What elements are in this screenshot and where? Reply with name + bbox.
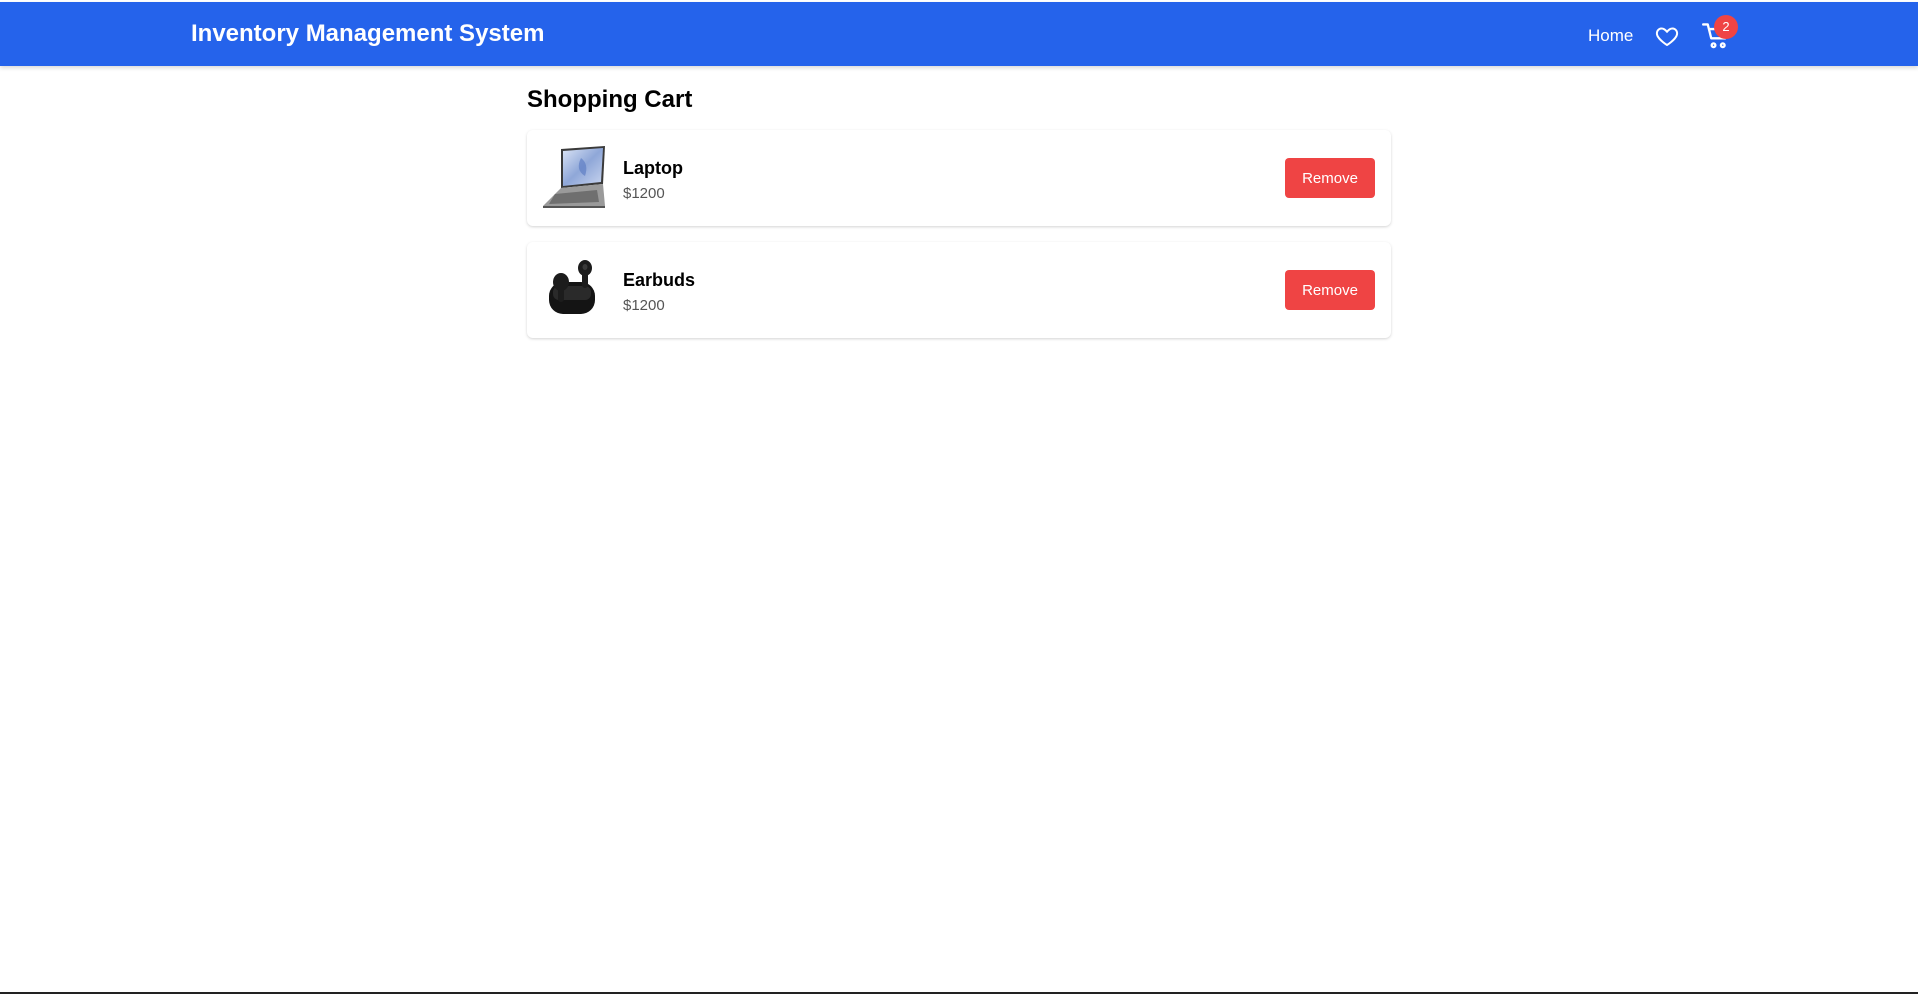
navbar: Inventory Management System Home 2 bbox=[0, 2, 1918, 66]
cart-count-badge: 2 bbox=[1714, 15, 1738, 39]
item-price: $1200 bbox=[623, 185, 665, 202]
cart-item-laptop: Laptop $1200 Remove bbox=[527, 130, 1391, 226]
item-name: Laptop bbox=[623, 158, 683, 178]
remove-button[interactable]: Remove bbox=[1285, 270, 1375, 310]
item-price: $1200 bbox=[623, 297, 665, 314]
cart-item-earbuds: Earbuds $1200 Remove bbox=[527, 242, 1391, 338]
remove-button[interactable]: Remove bbox=[1285, 158, 1375, 198]
page-title: Shopping Cart bbox=[527, 86, 693, 113]
heart-icon[interactable] bbox=[1654, 24, 1680, 48]
app-title: Inventory Management System bbox=[191, 20, 545, 47]
item-name: Earbuds bbox=[623, 270, 696, 290]
nav-home-link[interactable]: Home bbox=[1588, 26, 1633, 46]
laptop-image bbox=[541, 144, 607, 210]
earbuds-image bbox=[541, 256, 607, 322]
